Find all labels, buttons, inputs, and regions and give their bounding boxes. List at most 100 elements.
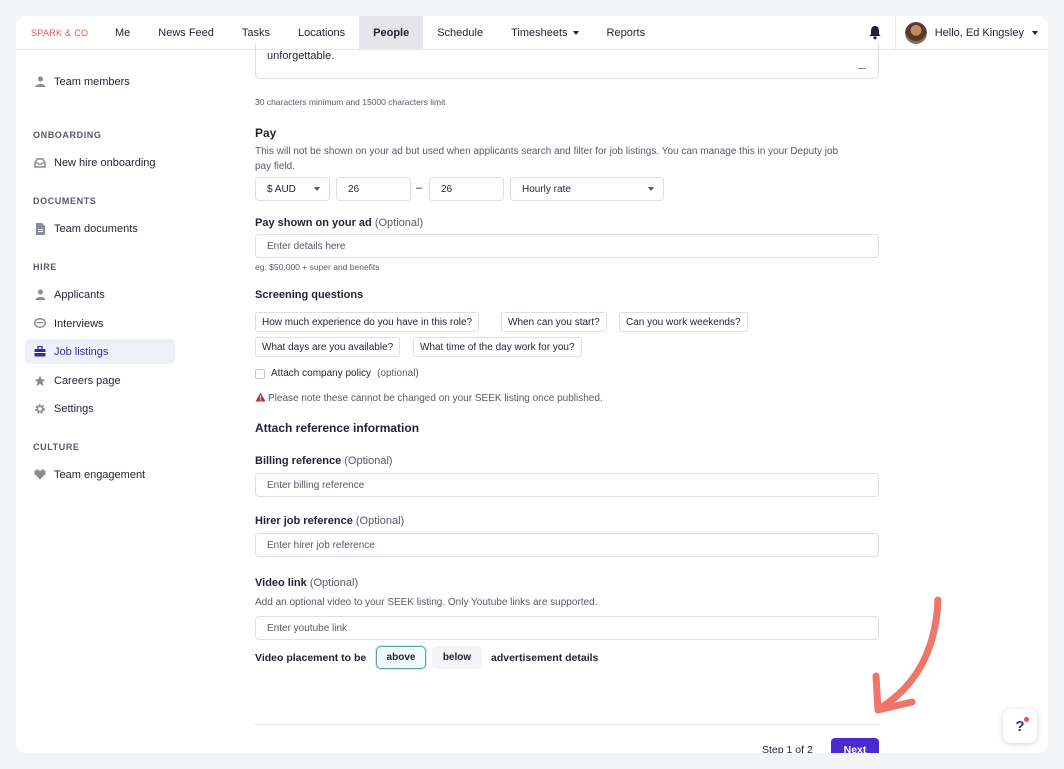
rate-type-select[interactable]: Hourly rate bbox=[510, 177, 664, 201]
hirer-reference-input[interactable]: Enter hirer job reference bbox=[255, 533, 879, 557]
screening-question-chip[interactable]: When can you start? bbox=[501, 312, 607, 332]
screening-question-chip[interactable]: Can you work weekends? bbox=[619, 312, 748, 332]
sidebar-item-label: Applicants bbox=[54, 288, 105, 301]
nav-schedule-label: Schedule bbox=[437, 26, 484, 39]
sidebar-item-applicants[interactable]: Applicants bbox=[25, 282, 175, 307]
nav-locations-label: Locations bbox=[298, 26, 346, 39]
sidebar-item-label: New hire onboarding bbox=[54, 156, 156, 169]
sidebar-item-team-members[interactable]: Team members bbox=[25, 69, 175, 94]
screening-question-chip[interactable]: How much experience do you have in this … bbox=[255, 312, 480, 332]
currency-value: $ AUD bbox=[267, 183, 296, 195]
document-icon bbox=[34, 222, 46, 235]
pay-max-value: 26 bbox=[441, 183, 453, 195]
pay-description: This will not be shown on your ad but us… bbox=[255, 146, 839, 172]
sidebar-item-label: Job listings bbox=[54, 345, 109, 358]
notification-dot bbox=[1024, 717, 1029, 722]
sidebar-item-team-documents[interactable]: Team documents bbox=[25, 216, 175, 241]
sidebar-item-label: Settings bbox=[54, 402, 94, 415]
sidebar-item-interviews[interactable]: Interviews bbox=[25, 311, 175, 336]
sidebar-item-team-engagement[interactable]: Team engagement bbox=[25, 462, 175, 487]
range-separator: – bbox=[416, 182, 423, 194]
person-icon bbox=[34, 76, 46, 88]
warning-icon bbox=[255, 392, 266, 405]
section-hire: HIRE bbox=[33, 262, 57, 272]
chevron-down-icon bbox=[648, 187, 654, 191]
screening-question-chip[interactable]: What time of the day work for you? bbox=[413, 337, 582, 357]
pay-min-input[interactable]: 26 bbox=[336, 177, 411, 201]
placement-below-button[interactable]: below bbox=[432, 646, 482, 669]
optional-tag: (Optional) bbox=[309, 577, 359, 589]
question-text: What days are you available? bbox=[262, 341, 394, 353]
optional-tag: (Optional) bbox=[374, 217, 424, 229]
next-button[interactable]: Next bbox=[831, 738, 879, 753]
pay-max-input[interactable]: 26 bbox=[429, 177, 504, 201]
placement-above-button[interactable]: above bbox=[376, 646, 426, 669]
sidebar-item-label: Interviews bbox=[54, 317, 104, 330]
attach-policy-row[interactable]: Attach company policy (optional) bbox=[255, 368, 419, 379]
reference-title: Attach reference information bbox=[255, 421, 420, 435]
job-listing-form: unforgettable. 30 characters minimum and… bbox=[255, 44, 880, 753]
pay-title: Pay bbox=[255, 126, 277, 140]
video-placement-label: Video placement to be bbox=[255, 652, 367, 664]
briefcase-icon bbox=[34, 346, 46, 358]
chevron-down-icon bbox=[314, 187, 320, 191]
brand-logo[interactable]: SPARK & CO bbox=[16, 16, 101, 49]
sidebar-item-label: Team members bbox=[54, 75, 130, 88]
placement-above-label: above bbox=[386, 652, 416, 663]
question-text: When can you start? bbox=[508, 316, 600, 328]
screening-question-chip[interactable]: What days are you available? bbox=[255, 337, 401, 357]
description-hint: 30 characters minimum and 15000 characte… bbox=[255, 97, 446, 107]
rate-type-value: Hourly rate bbox=[522, 183, 571, 195]
video-placement-suffix: advertisement details bbox=[491, 652, 599, 664]
chevron-down-icon bbox=[1032, 30, 1038, 35]
section-documents: DOCUMENTS bbox=[33, 196, 97, 206]
sidebar: Team members ONBOARDING New hire onboard… bbox=[16, 50, 186, 753]
nav-tasks-label: Tasks bbox=[241, 26, 271, 39]
pay-shown-label: Pay shown on your ad (Optional) bbox=[255, 217, 423, 229]
gear-icon bbox=[34, 403, 46, 415]
sidebar-item-label: Team engagement bbox=[54, 468, 146, 481]
hirer-label-text: Hirer job reference bbox=[255, 515, 353, 527]
hirer-placeholder: Enter hirer job reference bbox=[267, 539, 375, 551]
sidebar-item-new-hire-onboarding[interactable]: New hire onboarding bbox=[25, 150, 175, 175]
resize-handle-icon[interactable] bbox=[858, 61, 866, 69]
help-button[interactable]: ? bbox=[1003, 709, 1037, 743]
optional-tag: (optional) bbox=[377, 368, 419, 379]
annotation-arrow-icon bbox=[872, 596, 942, 714]
question-text: How much experience do you have in this … bbox=[262, 316, 473, 328]
billing-label-text: Billing reference bbox=[255, 455, 342, 467]
billing-reference-input[interactable]: Enter billing reference bbox=[255, 473, 879, 497]
question-text: Can you work weekends? bbox=[626, 316, 741, 328]
sidebar-item-careers-page[interactable]: Careers page bbox=[25, 368, 175, 393]
youtube-placeholder: Enter youtube link bbox=[267, 622, 348, 634]
chevron-down-icon bbox=[572, 30, 579, 35]
user-menu[interactable]: Hello, Ed Kingsley bbox=[894, 16, 1048, 49]
billing-placeholder: Enter billing reference bbox=[267, 479, 365, 491]
placement-below-label: below bbox=[442, 652, 472, 663]
nav-reports-label: Reports bbox=[606, 26, 646, 39]
person-icon bbox=[34, 289, 46, 301]
avatar bbox=[904, 21, 927, 44]
description-textarea[interactable]: unforgettable. bbox=[255, 44, 879, 79]
description-text: unforgettable. bbox=[267, 50, 335, 62]
pay-shown-input[interactable]: Enter details here bbox=[255, 234, 879, 258]
nav-news-feed[interactable]: News Feed bbox=[144, 16, 228, 49]
nav-timesheets-label: Timesheets bbox=[511, 26, 568, 39]
seek-warning: Please note these cannot be changed on y… bbox=[255, 392, 603, 405]
nav-people-label: People bbox=[373, 26, 410, 39]
nav-news-feed-label: News Feed bbox=[158, 26, 214, 39]
sidebar-item-job-listings[interactable]: Job listings bbox=[25, 339, 175, 364]
pay-shown-hint: eg. $50,000 + super and benefits bbox=[255, 262, 380, 272]
pay-shown-label-text: Pay shown on your ad bbox=[255, 217, 372, 229]
currency-select[interactable]: $ AUD bbox=[255, 177, 330, 201]
sidebar-item-label: Team documents bbox=[54, 222, 138, 235]
star-icon bbox=[34, 375, 46, 387]
sidebar-item-label: Careers page bbox=[54, 374, 121, 387]
attach-policy-checkbox[interactable] bbox=[255, 368, 265, 379]
sidebar-item-settings[interactable]: Settings bbox=[25, 396, 175, 421]
pay-shown-placeholder: Enter details here bbox=[267, 240, 346, 252]
nav-me[interactable]: Me bbox=[101, 16, 144, 49]
attach-policy-label: Attach company policy bbox=[271, 368, 372, 379]
youtube-link-input[interactable]: Enter youtube link bbox=[255, 616, 879, 640]
user-greeting: Hello, Ed Kingsley bbox=[934, 26, 1024, 39]
